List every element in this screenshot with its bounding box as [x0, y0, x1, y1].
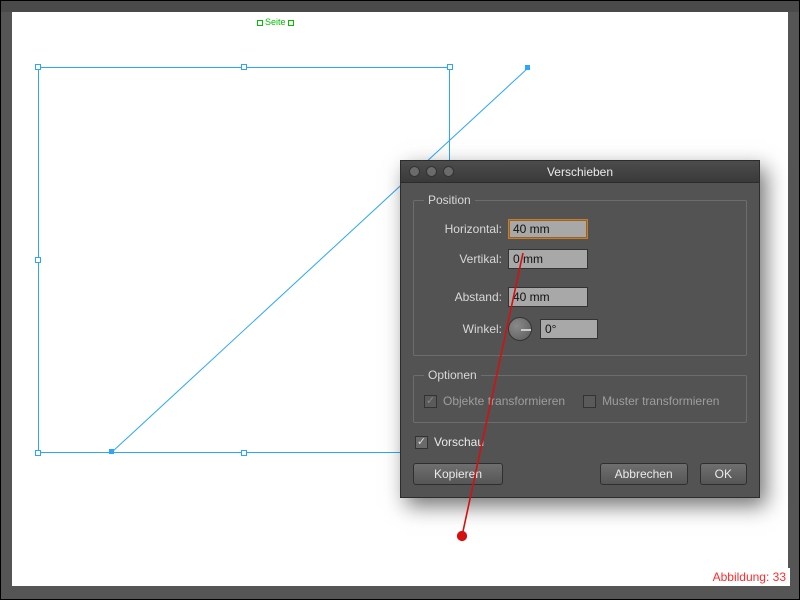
objekte-transform-option: ✓ Objekte transformieren	[424, 394, 565, 408]
window-zoom-icon[interactable]	[443, 166, 454, 177]
vorschau-label: Vorschau	[434, 435, 484, 449]
vertikal-label: Vertikal:	[424, 252, 508, 266]
horizontal-input[interactable]	[508, 219, 588, 239]
vertikal-input[interactable]	[508, 249, 588, 269]
muster-label: Muster transformieren	[602, 394, 719, 408]
objekte-checkbox: ✓	[424, 395, 437, 408]
app-top-strip	[0, 0, 800, 12]
window-controls	[409, 166, 454, 177]
optionen-group: Optionen ✓ Objekte transformieren Muster…	[413, 368, 747, 423]
window-close-icon[interactable]	[409, 166, 420, 177]
optionen-legend: Optionen	[424, 368, 481, 382]
vorschau-option[interactable]: ✓ Vorschau	[415, 435, 747, 449]
abstand-label: Abstand:	[424, 290, 508, 304]
abstand-input[interactable]	[508, 287, 588, 307]
winkel-input[interactable]	[540, 319, 598, 339]
position-group: Position Horizontal: Vertikal: Abstand: …	[413, 193, 747, 356]
muster-transform-option: Muster transformieren	[583, 394, 719, 408]
dialog-title: Verschieben	[547, 165, 613, 179]
page-tag: Seite	[265, 17, 286, 27]
resize-handle-bottom-mid[interactable]	[241, 450, 247, 456]
ok-button[interactable]: OK	[700, 463, 747, 485]
app-stage: Seite Abbildung: 33 Verschie	[0, 0, 800, 600]
dialog-titlebar[interactable]: Verschieben	[401, 161, 759, 183]
angle-dial-icon[interactable]	[508, 317, 532, 341]
position-legend: Position	[424, 193, 475, 207]
muster-checkbox	[583, 395, 596, 408]
dialog-button-row: Kopieren Abbrechen OK	[413, 463, 747, 485]
window-minimize-icon[interactable]	[426, 166, 437, 177]
anchor-point-end[interactable]	[525, 65, 530, 70]
resize-handle-mid-left[interactable]	[35, 257, 41, 263]
vorschau-checkbox[interactable]: ✓	[415, 436, 428, 449]
selection-bounding-box[interactable]	[38, 67, 450, 453]
abbrechen-button[interactable]: Abbrechen	[600, 463, 688, 485]
resize-handle-top-left[interactable]	[35, 64, 41, 70]
horizontal-label: Horizontal:	[424, 222, 508, 236]
resize-handle-top-mid[interactable]	[241, 64, 247, 70]
objekte-label: Objekte transformieren	[443, 394, 565, 408]
resize-handle-top-right[interactable]	[447, 64, 453, 70]
kopieren-button[interactable]: Kopieren	[413, 463, 503, 485]
resize-handle-bottom-left[interactable]	[35, 450, 41, 456]
figure-caption: Abbildung: 33	[709, 568, 790, 586]
winkel-label: Winkel:	[424, 322, 508, 336]
anchor-point-start[interactable]	[109, 449, 114, 454]
move-dialog: Verschieben Position Horizontal: Vertika…	[400, 160, 760, 498]
dialog-body: Position Horizontal: Vertikal: Abstand: …	[401, 183, 759, 497]
